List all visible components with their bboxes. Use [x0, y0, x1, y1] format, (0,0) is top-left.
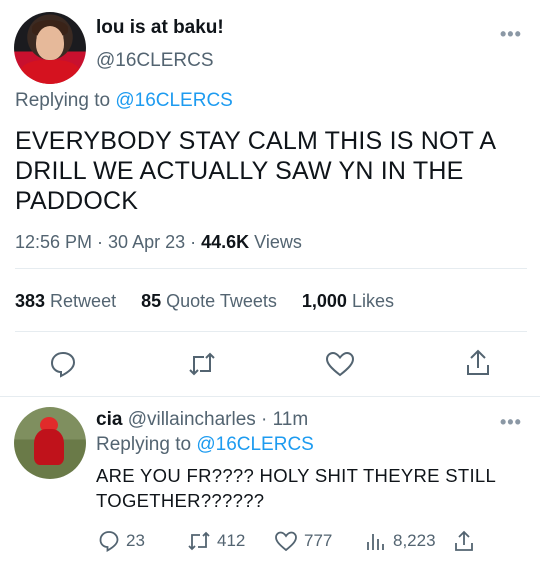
quotes-stat[interactable]: 85 Quote Tweets: [141, 291, 277, 311]
replying-prefix: Replying to: [15, 90, 116, 111]
reply-icon: [99, 531, 119, 552]
meta-separator: ·: [92, 232, 109, 252]
more-icon[interactable]: •••: [500, 24, 522, 45]
like-icon: [275, 531, 297, 552]
replying-to: Replying to @16CLERCS: [15, 90, 233, 112]
reply-time[interactable]: · 11m: [256, 409, 308, 430]
reply-replying-to: Replying to @16CLERCS: [96, 434, 314, 456]
retweets-stat[interactable]: 383 Retweet: [15, 291, 116, 311]
likes-stat[interactable]: 1,000 Likes: [302, 291, 394, 311]
views-icon: [367, 534, 384, 550]
replying-handle-link[interactable]: @16CLERCS: [196, 434, 314, 455]
meta-separator: ·: [185, 232, 202, 252]
reply-like-action[interactable]: 777: [274, 530, 332, 552]
more-icon[interactable]: •••: [500, 412, 522, 433]
author-display-name[interactable]: lou is at baku!: [96, 17, 224, 39]
tweet-meta: 12:56 PM · 30 Apr 23 · 44.6K Views: [15, 232, 302, 253]
like-count: 777: [304, 531, 333, 550]
reply-retweet-action[interactable]: 412: [187, 530, 245, 552]
replying-prefix: Replying to: [96, 434, 197, 455]
reply-author-avatar[interactable]: [14, 407, 86, 479]
retweets-label: Retweet: [45, 291, 117, 311]
share-icon[interactable]: [464, 348, 492, 378]
reply-display-name[interactable]: cia: [96, 409, 122, 430]
avatar-face: [36, 26, 64, 60]
author-avatar[interactable]: [14, 12, 86, 84]
quotes-count: 85: [141, 291, 162, 311]
divider: [15, 331, 527, 332]
divider: [15, 268, 527, 269]
tweet-date[interactable]: 30 Apr 23: [108, 232, 185, 252]
reply-text-line: ARE YOU FR???? HOLY SHIT THEYRE STILL: [96, 465, 497, 486]
reply-header: cia @villaincharles · 11m: [96, 409, 308, 431]
tweet-text: EVERYBODY STAY CALM THIS IS NOT A DRILL …: [15, 127, 495, 215]
views-label: Views: [249, 232, 302, 252]
retweet-icon[interactable]: [187, 350, 217, 378]
reply-views-action[interactable]: 8,223: [365, 530, 436, 552]
reply-handle[interactable]: @villaincharles: [122, 409, 256, 430]
reply-count: 23: [126, 531, 145, 550]
avatar-suit: [20, 60, 80, 84]
tweet-time[interactable]: 12:56 PM: [15, 232, 92, 252]
divider: [0, 396, 540, 397]
reply-reply-action[interactable]: 23: [98, 530, 145, 552]
quotes-label: Quote Tweets: [161, 291, 277, 311]
views-count: 44.6K: [201, 232, 250, 252]
retweets-count: 383: [15, 291, 46, 311]
reply-text: ARE YOU FR???? HOLY SHIT THEYRE STILL TO…: [96, 463, 516, 513]
likes-count: 1,000: [301, 291, 347, 311]
view-count: 8,223: [393, 531, 436, 550]
retweet-count: 412: [217, 531, 246, 550]
share-icon[interactable]: [453, 529, 475, 553]
likes-label: Likes: [346, 291, 394, 311]
replying-handle-link[interactable]: @16CLERCS: [115, 90, 233, 111]
like-icon[interactable]: [325, 350, 355, 378]
reply-text-line: TOGETHER??????: [96, 490, 265, 511]
retweet-icon: [188, 531, 210, 551]
engagement-stats: 383 Retweet 85 Quote Tweets 1,000 Likes: [15, 291, 394, 312]
reply-icon[interactable]: [49, 350, 77, 378]
avatar-figure: [34, 429, 64, 465]
author-handle[interactable]: @16CLERCS: [96, 50, 214, 72]
